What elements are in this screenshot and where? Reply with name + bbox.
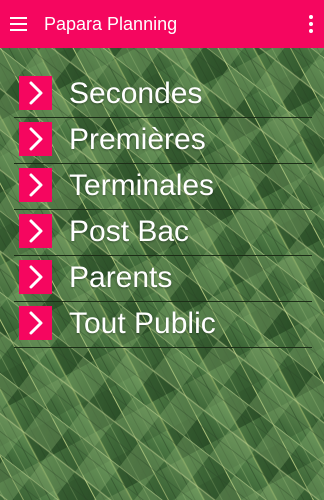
menu-item-label: Tout Public [69, 307, 216, 340]
chevron-right-icon [19, 76, 52, 110]
menu-item-label: Post Bac [69, 215, 190, 248]
menu-item-premieres[interactable]: Premières [14, 118, 312, 164]
app-screen: Papara Planning Secondes Premières Termi… [0, 0, 324, 500]
more-vertical-icon[interactable] [304, 13, 318, 35]
menu-item-label: Parents [69, 261, 173, 294]
chevron-right-icon [19, 168, 52, 202]
chevron-right-icon [19, 214, 52, 248]
divider [14, 347, 312, 348]
menu-item-label: Secondes [69, 77, 203, 110]
app-title: Papara Planning [44, 14, 178, 34]
menu-item-terminales[interactable]: Terminales [14, 164, 312, 210]
chevron-right-icon [19, 260, 52, 294]
hamburger-menu-icon[interactable] [8, 13, 30, 35]
menu-item-tout-public[interactable]: Tout Public [14, 302, 312, 348]
app-toolbar: Papara Planning [0, 0, 324, 48]
menu-item-label: Terminales [69, 169, 215, 202]
menu-item-label: Premières [69, 123, 206, 156]
menu-item-parents[interactable]: Parents [14, 256, 312, 302]
menu-item-post-bac[interactable]: Post Bac [14, 210, 312, 256]
chevron-right-icon [19, 306, 52, 340]
chevron-right-icon [19, 122, 52, 156]
menu-item-secondes[interactable]: Secondes [14, 72, 312, 118]
